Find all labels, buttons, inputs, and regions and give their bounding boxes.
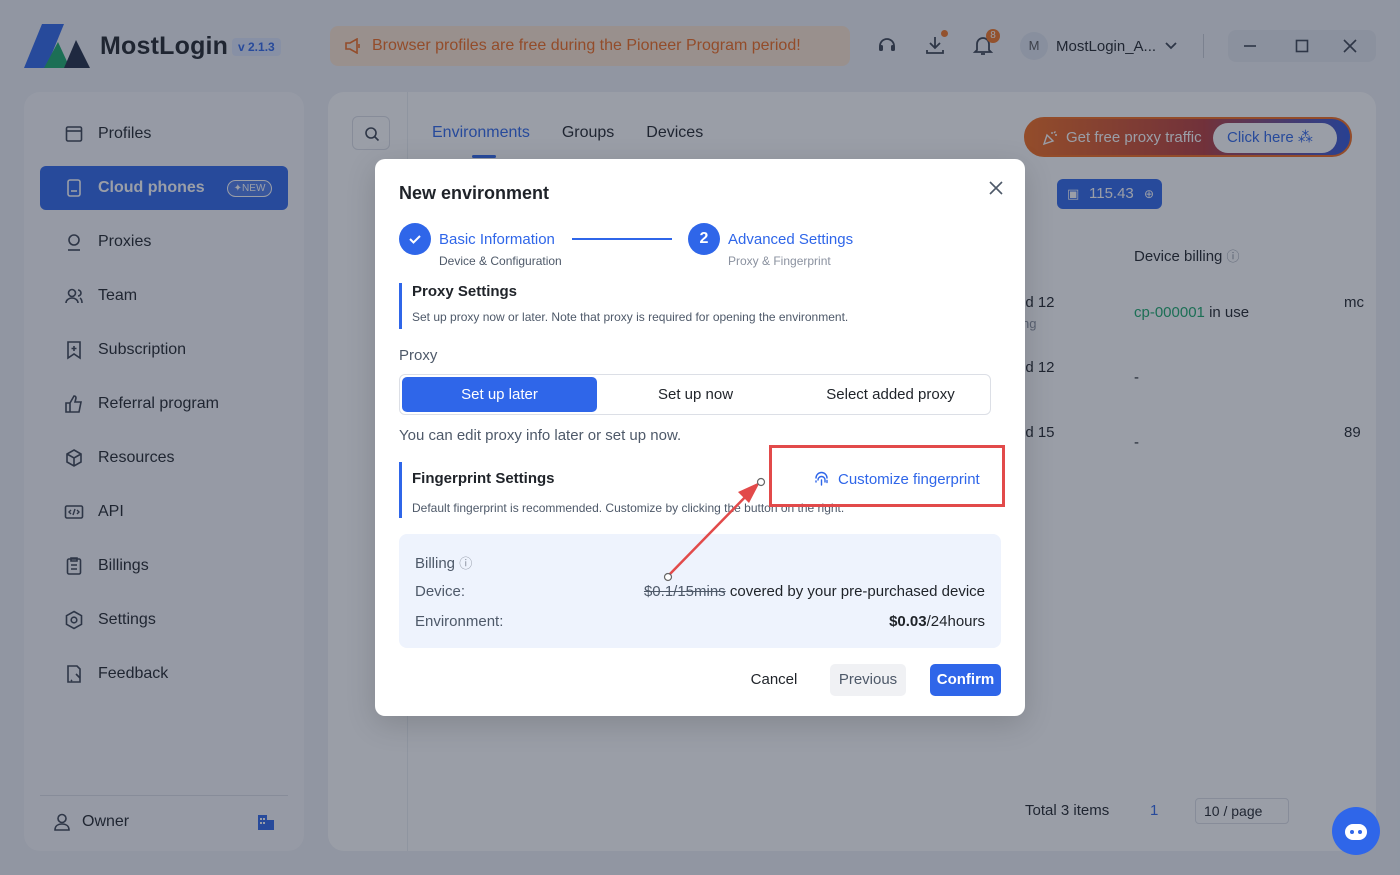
environment-price: $0.03/24hours xyxy=(889,613,985,630)
step-1-indicator xyxy=(399,223,431,255)
cancel-button[interactable]: Cancel xyxy=(738,664,810,696)
new-environment-dialog: New environment Basic Information Device… xyxy=(375,159,1025,716)
option-set-up-later[interactable]: Set up later xyxy=(402,377,597,412)
check-icon xyxy=(409,235,421,244)
proxy-mode-selector: Set up later Set up now Select added pro… xyxy=(399,374,991,415)
proxy-hint: You can edit proxy info later or set up … xyxy=(399,427,682,444)
help-icon: ⓘ xyxy=(459,556,473,571)
robot-icon xyxy=(1345,824,1367,840)
step-2-title: Advanced Settings xyxy=(728,231,854,248)
environment-label: Environment: xyxy=(415,613,504,630)
proxy-label: Proxy xyxy=(399,347,438,364)
proxy-settings-title: Proxy Settings xyxy=(412,283,518,300)
proxy-settings-section: Proxy Settings Set up proxy now or later… xyxy=(399,283,848,329)
step-2-subtitle: Proxy & Fingerprint xyxy=(728,254,831,268)
confirm-button[interactable]: Confirm xyxy=(930,664,1001,696)
device-label: Device: xyxy=(415,583,466,600)
step-connector xyxy=(572,238,672,240)
proxy-settings-description: Set up proxy now or later. Note that pro… xyxy=(412,310,849,324)
step-2-indicator: 2 xyxy=(688,223,720,255)
billing-summary: Billing ⓘ Device: $0.1/15mins covered by… xyxy=(399,534,1001,648)
previous-button[interactable]: Previous xyxy=(830,664,906,696)
highlight-box xyxy=(769,445,1005,507)
dialog-title: New environment xyxy=(399,183,550,203)
close-icon[interactable] xyxy=(987,179,1005,197)
billing-title: Billing ⓘ xyxy=(415,555,473,572)
step-1-subtitle: Device & Configuration xyxy=(439,254,562,268)
chat-assistant-button[interactable] xyxy=(1332,807,1380,855)
option-select-added-proxy[interactable]: Select added proxy xyxy=(793,377,988,412)
option-set-up-now[interactable]: Set up now xyxy=(598,377,793,412)
step-1-title: Basic Information xyxy=(439,231,555,248)
device-price: $0.1/15mins covered by your pre-purchase… xyxy=(643,583,985,600)
